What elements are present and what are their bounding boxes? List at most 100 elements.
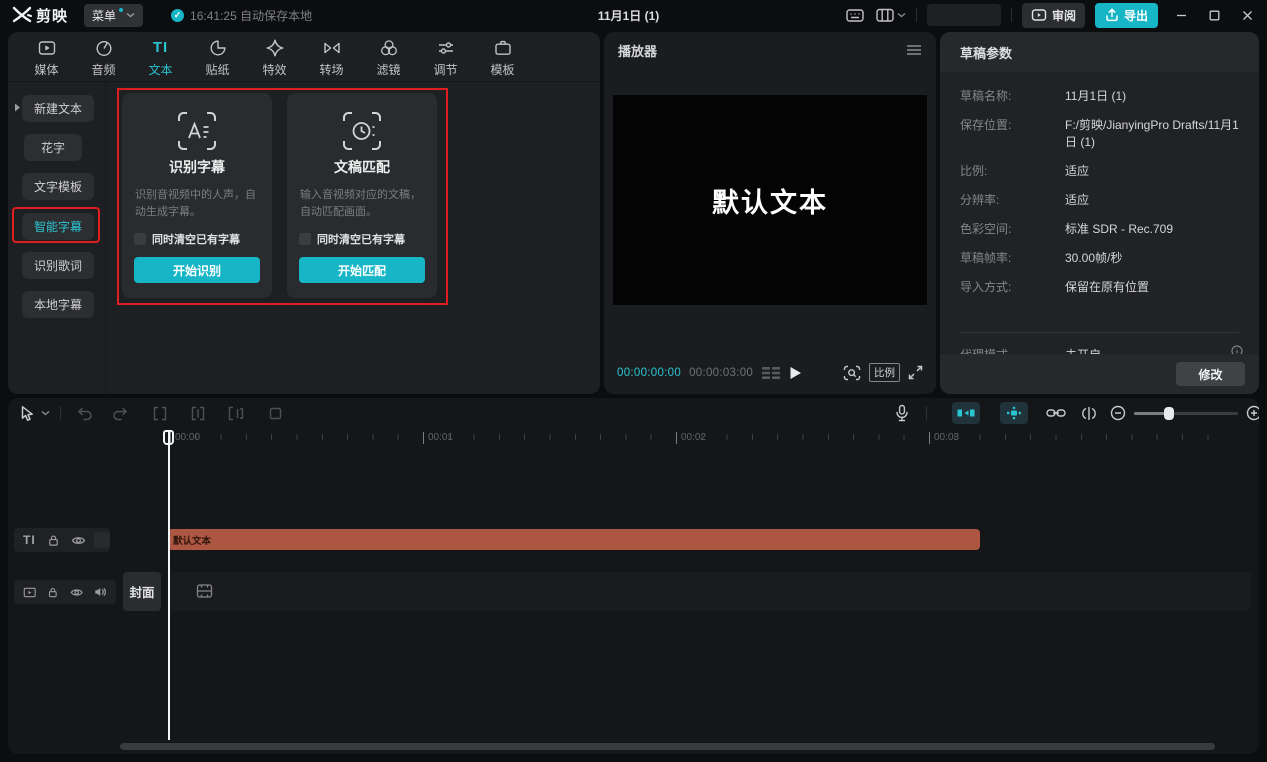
tab-adjust[interactable]: 调节 (417, 38, 474, 80)
modify-button[interactable]: 修改 (1176, 362, 1245, 386)
close-button[interactable] (1242, 10, 1253, 21)
draft-field-import-mode: 导入方式:保留在原有位置 (960, 279, 1239, 296)
delete-button[interactable] (268, 398, 283, 428)
timeline-panel: 00:00 00:01 00:02 00:03 TI 默认文本 封面 (8, 398, 1259, 754)
layout-switch-button[interactable] (875, 6, 906, 24)
maximize-button[interactable] (1209, 10, 1220, 21)
trim-right-button[interactable] (228, 398, 244, 428)
cursor-tool-button[interactable] (20, 398, 35, 428)
player-panel: 播放器 默认文本 00:00:00:00 00:00:03:00 比例 (604, 32, 936, 394)
tab-media[interactable]: 媒体 (18, 38, 75, 80)
zoom-slider-handle[interactable] (1164, 407, 1174, 420)
text-clip[interactable]: 默认文本 (168, 529, 980, 550)
timeline-zoom-out-button[interactable] (1110, 398, 1126, 428)
sidebar-item-local-subtitle[interactable]: 本地字幕 (22, 291, 94, 318)
redo-icon (112, 406, 129, 421)
jianying-logo-icon (12, 6, 32, 24)
review-icon (1031, 8, 1047, 22)
linkage-toggle[interactable] (1046, 398, 1066, 428)
playhead-handle[interactable] (163, 430, 174, 445)
keyboard-icon (845, 6, 865, 24)
timeline-zoom-in-button[interactable] (1246, 398, 1259, 428)
expand-caret-icon[interactable] (14, 103, 21, 112)
export-button[interactable]: 导出 (1095, 3, 1158, 28)
recognize-subtitle-icon (175, 109, 219, 153)
card-recognize-subtitle: 识别字幕 识别音视频中的人声，自动生成字幕。 同时清空已有字幕 开始识别 (122, 93, 272, 298)
ratio-button[interactable]: 比例 (869, 363, 900, 382)
tab-template[interactable]: 模板 (474, 38, 531, 80)
tab-text[interactable]: TI 文本 (132, 38, 189, 80)
timeline-zoom-slider[interactable] (1134, 398, 1238, 428)
asset-type-toolbar: 媒体 音频 TI 文本 贴纸 特效 转场 (8, 32, 600, 80)
video-canvas[interactable]: 默认文本 (613, 95, 927, 305)
play-button[interactable] (789, 366, 802, 380)
shortcut-keys-button[interactable] (845, 6, 865, 24)
cursor-tool-dropdown[interactable] (41, 398, 50, 428)
separator (926, 406, 927, 420)
cover-button[interactable]: 封面 (123, 572, 161, 611)
sidebar-item-lyrics-recognition[interactable]: 识别歌词 (22, 252, 94, 279)
visibility-icon[interactable] (71, 535, 86, 546)
app-window: 剪映 菜单 ✓ 16:41:25 自动保存本地 11月1日 (1) (0, 0, 1267, 762)
film-icon (196, 583, 213, 599)
record-voiceover-button[interactable] (894, 398, 910, 428)
sidebar-item-text-template[interactable]: 文字模板 (22, 173, 94, 200)
export-icon (1105, 8, 1119, 22)
start-recognize-button[interactable]: 开始识别 (134, 257, 260, 283)
script-match-icon (340, 109, 384, 153)
app-logo: 剪映 (8, 5, 68, 26)
draft-field-location: 保存位置:F:/剪映/JianyingPro Drafts/11月1日 (1) (960, 117, 1239, 151)
preview-axis-toggle[interactable] (1080, 398, 1098, 428)
horizontal-scrollbar[interactable] (120, 743, 1215, 750)
sidebar-item-smart-subtitle[interactable]: 智能字幕 (22, 213, 94, 240)
ruler-tick: 00:03 (929, 432, 959, 444)
fullscreen-icon[interactable] (908, 365, 923, 380)
link-icon (1046, 407, 1066, 419)
card-description: 输入音视频对应的文稿，自动匹配画面。 (287, 177, 437, 221)
frame-preview-icon[interactable] (761, 366, 781, 380)
auto-snap-icon (1006, 406, 1022, 420)
divider (960, 332, 1239, 333)
user-area-placeholder[interactable] (927, 4, 1001, 26)
separator (1011, 8, 1012, 22)
video-track-header (14, 580, 116, 604)
speaker-icon[interactable] (94, 586, 107, 598)
redo-button[interactable] (112, 398, 129, 428)
undo-button[interactable] (76, 398, 93, 428)
visibility-icon[interactable] (70, 587, 83, 598)
review-button[interactable]: 审阅 (1022, 3, 1085, 28)
minimize-button[interactable] (1176, 10, 1187, 21)
cursor-icon (20, 405, 35, 422)
auto-snap-toggle[interactable] (1000, 398, 1028, 428)
card-script-match: 文稿匹配 输入音视频对应的文稿，自动匹配画面。 同时清空已有字幕 开始匹配 (287, 93, 437, 298)
sidebar-item-fancy-text[interactable]: 花字 (24, 134, 82, 161)
clear-existing-subtitle-option: 同时清空已有字幕 (287, 231, 437, 247)
media-icon (37, 38, 57, 58)
text-icon: TI (153, 38, 168, 58)
player-menu-icon[interactable] (906, 44, 922, 56)
sidebar-item-new-text[interactable]: 新建文本 (22, 95, 94, 122)
start-match-button[interactable]: 开始匹配 (299, 257, 425, 283)
track-toggle-placeholder (94, 532, 110, 548)
timeline-toolbar (8, 398, 1259, 428)
tab-filter[interactable]: 滤镜 (360, 38, 417, 80)
checkbox[interactable] (299, 233, 311, 245)
video-track-lane[interactable] (168, 572, 1251, 611)
document-title: 11月1日 (1) (598, 7, 659, 24)
lock-icon[interactable] (47, 586, 59, 599)
preview-quality-icon[interactable] (843, 365, 861, 381)
adjust-icon (436, 38, 456, 58)
tab-audio[interactable]: 音频 (75, 38, 132, 80)
current-time: 00:00:00:00 (617, 367, 681, 379)
checkbox[interactable] (134, 233, 146, 245)
tab-effects[interactable]: 特效 (246, 38, 303, 80)
lock-icon[interactable] (47, 534, 60, 547)
trim-left-button[interactable] (190, 398, 206, 428)
text-track-icon: TI (23, 533, 36, 547)
split-button[interactable] (152, 398, 168, 428)
menu-button[interactable]: 菜单 (84, 4, 143, 27)
tab-sticker[interactable]: 贴纸 (189, 38, 246, 80)
main-track-magnet-toggle[interactable] (952, 398, 980, 428)
zoom-out-icon (1110, 405, 1126, 421)
tab-transition[interactable]: 转场 (303, 38, 360, 80)
